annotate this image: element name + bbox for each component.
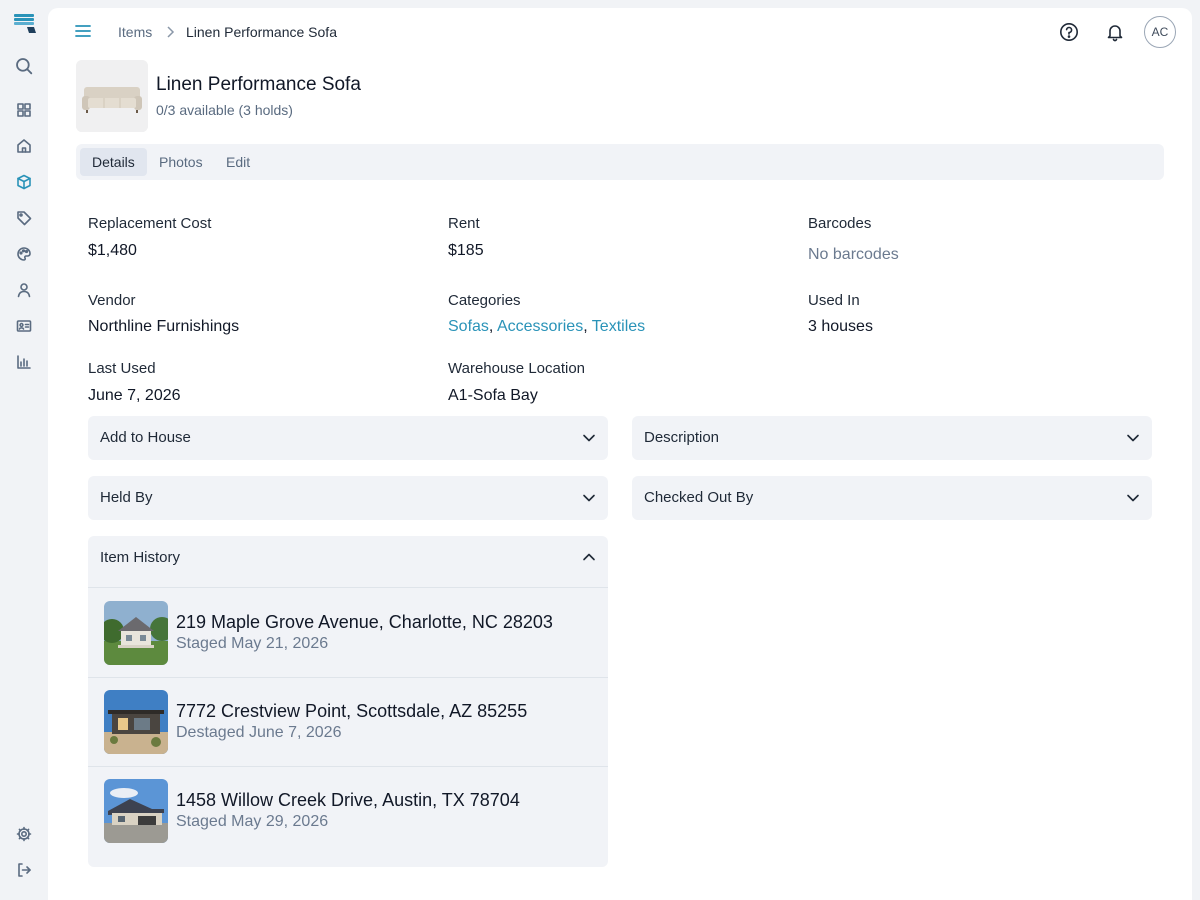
used-in-value: 3 houses: [808, 318, 873, 335]
house-photo: [104, 601, 168, 665]
history-status: Destaged June 7, 2026: [176, 724, 342, 741]
add-to-house-accordion[interactable]: Add to House: [88, 416, 608, 460]
category-link[interactable]: Sofas: [448, 318, 489, 335]
tab-photos[interactable]: Photos: [147, 148, 215, 176]
history-address: 7772 Crestview Point, Scottsdale, AZ 852…: [176, 701, 528, 721]
category-link[interactable]: Accessories: [497, 318, 583, 335]
accordion-label: Checked Out By: [644, 489, 754, 506]
item-title: Linen Performance Sofa: [156, 74, 361, 95]
chevron-down-icon: [582, 431, 596, 445]
id-card-icon[interactable]: [12, 314, 36, 338]
item-thumbnail: [76, 60, 148, 132]
history-row[interactable]: 7772 Crestview Point, Scottsdale, AZ 852…: [88, 678, 608, 767]
chevron-right-icon: [164, 25, 176, 39]
categories-label: Categories: [448, 292, 521, 309]
user-icon[interactable]: [12, 278, 36, 302]
accordion-label: Description: [644, 429, 720, 446]
last-used-value: June 7, 2026: [88, 387, 181, 404]
description-accordion[interactable]: Description: [632, 416, 1152, 460]
home-icon[interactable]: [12, 134, 36, 158]
item-history-panel: Item History 219 Maple Grove Avenue, Cha…: [88, 536, 608, 867]
avatar[interactable]: AC: [1144, 16, 1176, 48]
category-separator: ,: [583, 318, 588, 335]
search-icon[interactable]: [12, 54, 36, 78]
availability-text: 0/3 available (3 holds): [156, 102, 293, 118]
tab-bar: Details Photos Edit: [76, 144, 1164, 180]
history-address: 1458 Willow Creek Drive, Austin, TX 7870…: [176, 790, 520, 810]
accordion-label: Add to House: [100, 429, 191, 446]
warehouse-location-label: Warehouse Location: [448, 360, 586, 377]
held-by-accordion[interactable]: Held By: [88, 476, 608, 520]
item-history-accordion[interactable]: Item History: [88, 536, 608, 588]
replacement-cost-value: $1,480: [88, 242, 137, 259]
history-row[interactable]: 1458 Willow Creek Drive, Austin, TX 7870…: [88, 767, 608, 856]
category-link[interactable]: Textiles: [592, 318, 645, 335]
replacement-cost-label: Replacement Cost: [88, 215, 212, 232]
used-in-label: Used In: [808, 292, 860, 309]
barcodes-label: Barcodes: [808, 215, 872, 232]
accordion-label: Held By: [100, 489, 153, 506]
vendor-value: Northline Furnishings: [88, 318, 240, 335]
chart-icon[interactable]: [12, 350, 36, 374]
barcodes-value: No barcodes: [808, 246, 899, 263]
checked-out-by-accordion[interactable]: Checked Out By: [632, 476, 1152, 520]
breadcrumb-current: Linen Performance Sofa: [186, 24, 337, 40]
help-icon[interactable]: [1057, 20, 1081, 44]
logo-icon[interactable]: [12, 12, 38, 38]
box-icon[interactable]: [12, 170, 36, 194]
tab-edit[interactable]: Edit: [214, 148, 262, 176]
accordion-label: Item History: [100, 549, 181, 566]
house-photo: [104, 779, 168, 843]
chevron-up-icon: [582, 550, 596, 564]
sidebar: [0, 0, 48, 900]
top-bar: Items Linen Performance Sofa AC: [48, 8, 1192, 56]
chevron-down-icon: [1126, 491, 1140, 505]
history-status: Staged May 21, 2026: [176, 635, 329, 652]
chevron-down-icon: [1126, 431, 1140, 445]
rent-value: $185: [448, 242, 484, 259]
logout-icon[interactable]: [12, 858, 36, 882]
tag-icon[interactable]: [12, 206, 36, 230]
chevron-down-icon: [582, 491, 596, 505]
category-separator: ,: [488, 318, 494, 335]
breadcrumb-items-link[interactable]: Items: [118, 24, 152, 40]
history-status: Staged May 29, 2026: [176, 813, 329, 830]
categories-list: Sofas, Accessories, Textiles: [448, 318, 645, 336]
palette-icon[interactable]: [12, 242, 36, 266]
house-photo: [104, 690, 168, 754]
settings-icon[interactable]: [12, 822, 36, 846]
menu-icon[interactable]: [74, 22, 96, 44]
history-row[interactable]: 219 Maple Grove Avenue, Charlotte, NC 28…: [88, 589, 608, 678]
tab-details[interactable]: Details: [80, 148, 147, 176]
warehouse-location-value: A1-Sofa Bay: [448, 387, 538, 404]
bell-icon[interactable]: [1103, 20, 1127, 44]
rent-label: Rent: [448, 215, 480, 232]
main-panel: Items Linen Performance Sofa AC Linen Pe…: [48, 8, 1192, 900]
last-used-label: Last Used: [88, 360, 156, 377]
vendor-label: Vendor: [88, 292, 136, 309]
history-address: 219 Maple Grove Avenue, Charlotte, NC 28…: [176, 612, 553, 632]
dashboard-icon[interactable]: [12, 98, 36, 122]
